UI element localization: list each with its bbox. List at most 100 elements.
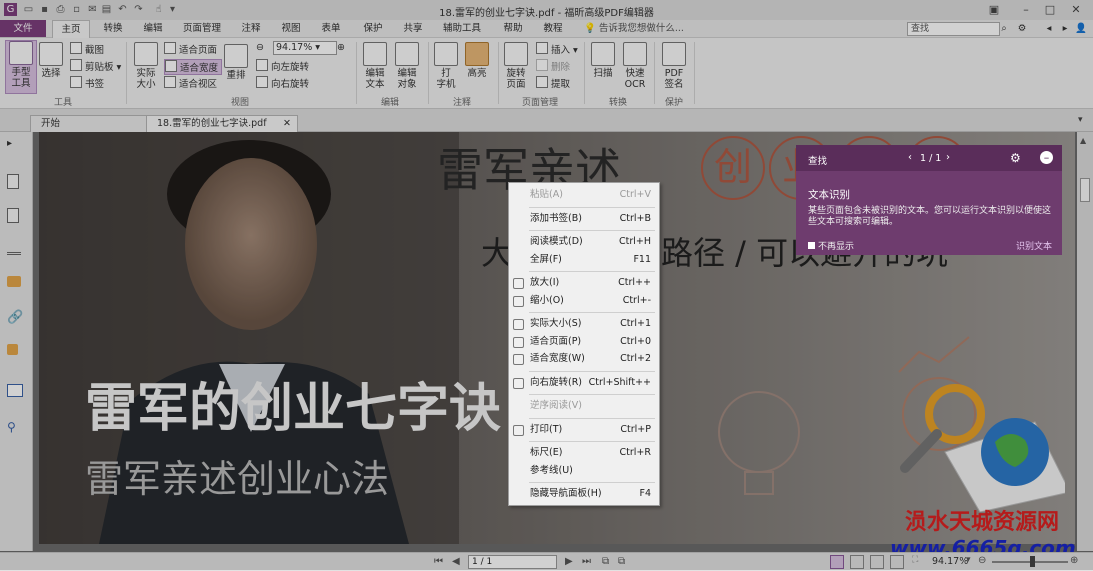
context-menu-item[interactable]: 适合宽度(W) Ctrl+2	[509, 350, 659, 367]
zoom-in-icon[interactable]: ⊕	[337, 41, 345, 55]
scroll-up-icon[interactable]: ▲	[1080, 136, 1086, 145]
scan-button[interactable]: 扫描	[590, 42, 616, 79]
continuous-facing-icon[interactable]	[890, 555, 904, 569]
context-menu-item[interactable]: 标尺(E) Ctrl+R	[509, 444, 659, 461]
tab-tutorial[interactable]: 教程	[536, 20, 570, 37]
tab-home[interactable]: 主页	[52, 20, 90, 38]
pages-icon[interactable]	[7, 208, 19, 223]
delete-button[interactable]: 删除	[536, 59, 570, 73]
continuous-page-icon[interactable]	[850, 555, 864, 569]
context-menu-item[interactable]: 隐藏导航面板(H) F4	[509, 485, 659, 502]
previous-view-icon[interactable]: ⧉	[602, 556, 609, 567]
status-zoom-in-icon[interactable]: ⊕	[1070, 555, 1078, 566]
clipboard-button[interactable]: 剪贴板 ▾	[70, 59, 121, 73]
security-lock-icon[interactable]	[7, 344, 18, 355]
page-number-input[interactable]: 1 / 1	[468, 555, 557, 569]
status-zoom-out-icon[interactable]: ⊖	[978, 555, 986, 566]
dont-show-checkbox[interactable]: 不再显示	[808, 239, 854, 252]
context-menu-item[interactable]: 逆序阅读(V)	[509, 397, 659, 414]
reflow-button[interactable]: 重排	[224, 44, 248, 81]
reading-mode-icon[interactable]: ⛶	[912, 555, 918, 565]
highlight-button[interactable]: 高亮	[464, 42, 490, 79]
fit-page-button[interactable]: 适合页面	[164, 42, 217, 56]
context-menu-item[interactable]: 缩小(O) Ctrl+-	[509, 292, 659, 309]
next-page-icon[interactable]: ▶	[565, 556, 573, 567]
last-page-icon[interactable]: ⏭	[582, 556, 591, 567]
context-menu-item[interactable]: 适合页面(P) Ctrl+0	[509, 333, 659, 350]
context-menu-item[interactable]: 添加书签(B) Ctrl+B	[509, 210, 659, 227]
restore-layout-icon[interactable]: ▣	[985, 2, 1003, 18]
user-icon[interactable]: 👤	[1074, 20, 1088, 37]
forward-icon[interactable]: ▸	[1060, 20, 1070, 37]
close-tab-icon[interactable]: ✕	[283, 116, 291, 132]
page-thumbnail-icon[interactable]	[7, 174, 19, 189]
hand-tool-button[interactable]: 手型 工具	[5, 40, 37, 94]
form-fields-icon[interactable]	[7, 384, 23, 397]
context-menu-item[interactable]: 粘贴(A) Ctrl+V	[509, 186, 659, 203]
tell-me-box[interactable]: 💡 告诉我您想做什么...	[584, 20, 704, 37]
fit-width-button[interactable]: 适合宽度	[164, 59, 223, 75]
context-menu-item[interactable]: 放大(I) Ctrl++	[509, 274, 659, 291]
maximize-icon[interactable]: □	[1041, 2, 1059, 18]
context-menu-item[interactable]: 打印(T) Ctrl+P	[509, 421, 659, 438]
tab-view[interactable]: 视图	[274, 20, 308, 37]
tab-file[interactable]: 文件	[0, 20, 46, 37]
tab-start[interactable]: 开始	[30, 115, 150, 132]
tab-comment[interactable]: 注释	[234, 20, 268, 37]
extract-button[interactable]: 提取	[536, 76, 570, 90]
search-input[interactable]: 查找	[907, 22, 1000, 36]
find-close-icon[interactable]: –	[1040, 151, 1053, 164]
select-button[interactable]: 选择	[38, 42, 64, 79]
context-menu-item[interactable]: 实际大小(S) Ctrl+1	[509, 315, 659, 332]
pdf-sign-button[interactable]: PDF 签名	[660, 42, 688, 90]
expand-panel-icon[interactable]: ▸	[7, 138, 21, 152]
rotate-left-button[interactable]: 向左旋转	[256, 59, 309, 73]
search-icon[interactable]: ⌕	[998, 20, 1010, 37]
vertical-scrollbar[interactable]: ▲	[1077, 132, 1093, 551]
minimize-icon[interactable]: –	[1017, 2, 1035, 18]
zoom-out-icon[interactable]: ⊖	[256, 41, 264, 55]
settings-icon[interactable]: ⚙	[1016, 20, 1028, 37]
tab-page-management[interactable]: 页面管理	[178, 20, 226, 37]
close-icon[interactable]: ✕	[1067, 2, 1085, 18]
quick-ocr-button[interactable]: 快速 OCR	[622, 42, 648, 90]
context-menu-item[interactable]: 全屏(F) F11	[509, 251, 659, 268]
first-page-icon[interactable]: ⏮	[434, 556, 443, 567]
facing-page-icon[interactable]	[870, 555, 884, 569]
zoom-slider-thumb[interactable]	[1030, 556, 1035, 567]
find-settings-icon[interactable]: ⚙	[1010, 151, 1021, 165]
attachment-icon[interactable]: 🔗	[7, 310, 23, 325]
rotate-right-button[interactable]: 向右旋转	[256, 76, 309, 90]
tab-accessibility[interactable]: 辅助工具	[438, 20, 486, 37]
single-page-icon[interactable]	[830, 555, 844, 569]
find-next-icon[interactable]: ›	[946, 152, 950, 163]
search-annotations-icon[interactable]: ⚲	[7, 420, 21, 434]
tab-form[interactable]: 表单	[314, 20, 348, 37]
back-icon[interactable]: ◂	[1044, 20, 1054, 37]
comments-icon[interactable]	[7, 276, 21, 287]
edit-text-button[interactable]: 编辑 文本	[362, 42, 388, 90]
snapshot-button[interactable]: 截图	[70, 42, 104, 56]
context-menu-item[interactable]: 参考线(U)	[509, 462, 659, 479]
insert-button[interactable]: 插入 ▾	[536, 42, 578, 56]
next-view-icon[interactable]: ⧉	[618, 556, 625, 567]
context-menu-item[interactable]: 向右旋转(R) Ctrl+Shift++	[509, 374, 659, 391]
context-menu-item[interactable]: 阅读模式(D) Ctrl+H	[509, 233, 659, 250]
prev-page-icon[interactable]: ◀	[452, 556, 460, 567]
find-prev-icon[interactable]: ‹	[908, 152, 912, 163]
actual-size-button[interactable]: 实际 大小	[132, 42, 160, 90]
tab-protect[interactable]: 保护	[356, 20, 390, 37]
edit-object-button[interactable]: 编辑 对象	[394, 42, 420, 90]
fit-visible-button[interactable]: 适合视区	[164, 76, 217, 90]
recognize-text-link[interactable]: 识别文本	[1016, 239, 1052, 252]
tab-share[interactable]: 共享	[396, 20, 430, 37]
status-zoom-dropdown-icon[interactable]: ▾	[966, 555, 971, 565]
bookmark-button[interactable]: 书签	[70, 76, 104, 90]
rotate-pages-button[interactable]: 旋转 页面	[503, 42, 529, 90]
tab-edit[interactable]: 编辑	[136, 20, 170, 37]
tab-document[interactable]: 18.雷军的创业七字诀.pdf ✕	[146, 115, 298, 132]
tab-convert[interactable]: 转换	[96, 20, 130, 37]
zoom-input[interactable]: 94.17% ▾	[273, 41, 337, 55]
scroll-thumb[interactable]	[1080, 178, 1090, 202]
tab-help[interactable]: 帮助	[496, 20, 530, 37]
